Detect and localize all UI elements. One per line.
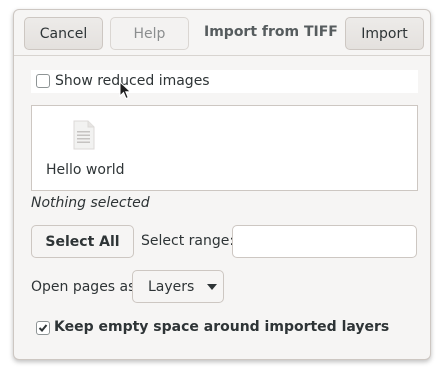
page-thumbnails: Hello world <box>31 105 418 191</box>
select-range-input[interactable] <box>232 225 417 258</box>
dialog-header: Cancel Help Import from TIFF Import <box>14 10 430 56</box>
cancel-button[interactable]: Cancel <box>24 17 103 50</box>
page-item-label: Hello world <box>46 162 125 178</box>
open-pages-as-dropdown[interactable]: Layers <box>132 270 224 303</box>
triangle-down-icon <box>207 283 218 290</box>
select-range-label: Select range: <box>141 233 235 249</box>
select-all-button[interactable]: Select All <box>31 225 134 258</box>
show-reduced-row[interactable]: Show reduced images <box>31 70 418 93</box>
open-pages-as-label: Open pages as <box>31 279 136 295</box>
checkmark-icon <box>38 324 48 332</box>
keep-space-label[interactable]: Keep empty space around imported layers <box>54 319 389 335</box>
keep-space-checkbox[interactable] <box>36 321 50 335</box>
open-pages-as-value: Layers <box>148 278 195 295</box>
import-button[interactable]: Import <box>345 17 424 50</box>
mouse-cursor-icon <box>119 81 132 100</box>
show-reduced-checkbox[interactable] <box>36 74 50 88</box>
help-button[interactable]: Help <box>110 17 189 50</box>
dialog-title: Import from TIFF <box>204 24 338 40</box>
document-icon <box>73 120 95 150</box>
selection-status: Nothing selected <box>31 195 150 211</box>
page-item[interactable]: Hello world <box>42 116 132 186</box>
import-dialog: Cancel Help Import from TIFF Import Show… <box>13 9 431 360</box>
